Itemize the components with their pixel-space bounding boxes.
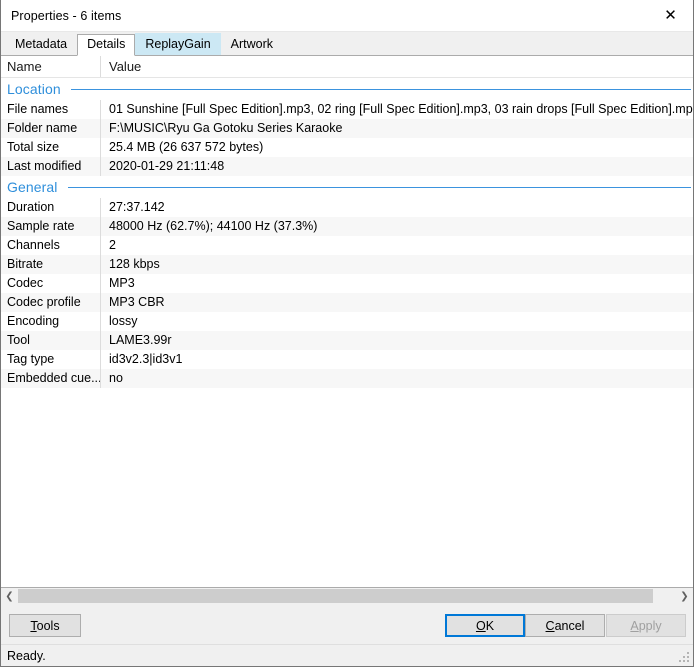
detail-rows: Location File names 01 Sunshine [Full Spec… (1, 78, 693, 587)
row-name: Folder name (1, 119, 101, 138)
table-row[interactable]: Channels 2 (1, 236, 693, 255)
horizontal-scrollbar[interactable]: ❮ ❯ (1, 588, 693, 606)
column-header-value[interactable]: Value (101, 56, 693, 77)
row-value: 27:37.142 (109, 200, 165, 214)
table-row[interactable]: Total size 25.4 MB (26 637 572 bytes) (1, 138, 693, 157)
row-name: Codec (1, 274, 101, 293)
resize-grip-icon[interactable] (679, 652, 690, 663)
chevron-left-icon[interactable]: ❮ (1, 588, 18, 605)
table-row[interactable]: Embedded cue... no (1, 369, 693, 388)
scrollbar-track[interactable] (18, 588, 676, 605)
properties-window: Properties - 6 items ✕ Metadata Details Re… (0, 0, 694, 667)
cancel-button[interactable]: Cancel (525, 614, 605, 637)
status-bar: Ready. (1, 644, 693, 666)
row-value: 128 kbps (109, 257, 160, 271)
row-value: MP3 CBR (109, 295, 165, 309)
table-row[interactable]: File names 01 Sunshine [Full Spec Edition… (1, 100, 693, 119)
table-row[interactable]: Sample rate 48000 Hz (62.7%); 44100 Hz (3… (1, 217, 693, 236)
details-list: Name Value Location File names 01 Sunshine… (1, 55, 693, 588)
apply-button: Apply (606, 614, 686, 637)
row-name: Duration (1, 198, 101, 217)
scrollbar-thumb[interactable] (18, 589, 653, 603)
row-value: no (109, 371, 123, 385)
close-button[interactable]: ✕ (648, 0, 693, 30)
row-value: F:\MUSIC\Ryu Ga Gotoku Series Karaoke (109, 121, 343, 135)
table-row[interactable]: Bitrate 128 kbps (1, 255, 693, 274)
table-row[interactable]: Tag type id3v2.3|id3v1 (1, 350, 693, 369)
row-name: Channels (1, 236, 101, 255)
row-name: Total size (1, 138, 101, 157)
row-value: 2020-01-29 21:11:48 (109, 159, 225, 173)
section-divider (70, 88, 691, 90)
table-row[interactable]: Encoding lossy (1, 312, 693, 331)
row-name: Bitrate (1, 255, 101, 274)
row-name: Sample rate (1, 217, 101, 236)
window-title: Properties - 6 items (11, 8, 122, 23)
table-row[interactable]: Duration 27:37.142 (1, 198, 693, 217)
tab-details[interactable]: Details (77, 34, 136, 56)
row-value: MP3 (109, 276, 135, 290)
tab-replaygain[interactable]: ReplayGain (135, 33, 221, 55)
section-header-general: General (1, 176, 693, 198)
close-icon: ✕ (664, 5, 677, 24)
row-name: Embedded cue... (1, 369, 101, 388)
row-value: 2 (109, 238, 116, 252)
row-name: Last modified (1, 157, 101, 176)
row-name: Encoding (1, 312, 101, 331)
table-row[interactable]: Folder name F:\MUSIC\Ryu Ga Gotoku Series… (1, 119, 693, 138)
tools-button[interactable]: Tools (9, 614, 81, 637)
title-bar: Properties - 6 items ✕ (1, 0, 693, 32)
row-name: File names (1, 100, 101, 119)
section-title: General (7, 179, 58, 195)
tab-metadata[interactable]: Metadata (5, 33, 77, 55)
section-divider (67, 186, 691, 188)
row-value: 48000 Hz (62.7%); 44100 Hz (37.3%) (109, 219, 318, 233)
section-title: Location (7, 81, 61, 97)
apply-button-label: Apply (630, 618, 662, 633)
row-name: Tool (1, 331, 101, 350)
row-value: 25.4 MB (26 637 572 bytes) (109, 140, 264, 154)
table-row[interactable]: Codec MP3 (1, 274, 693, 293)
row-name: Codec profile (1, 293, 101, 312)
tools-button-label: Tools (30, 618, 60, 633)
ok-button-label: OK (475, 618, 495, 633)
table-row[interactable]: Codec profile MP3 CBR (1, 293, 693, 312)
row-value: lossy (109, 314, 138, 328)
cancel-button-label: Cancel (545, 618, 585, 633)
row-value: LAME3.99r (109, 333, 172, 347)
button-bar: Tools OK Cancel Apply (1, 606, 693, 644)
table-row[interactable]: Last modified 2020-01-29 21:11:48 (1, 157, 693, 176)
table-row[interactable]: Tool LAME3.99r (1, 331, 693, 350)
row-value: id3v2.3|id3v1 (109, 352, 183, 366)
chevron-right-icon[interactable]: ❯ (676, 588, 693, 605)
section-header-location: Location (1, 78, 693, 100)
tab-strip: Metadata Details ReplayGain Artwork (1, 32, 693, 56)
tab-artwork[interactable]: Artwork (221, 33, 283, 55)
status-text: Ready. (7, 648, 46, 663)
row-value: 01 Sunshine [Full Spec Edition].mp3, 02 … (109, 102, 693, 116)
column-header-row: Name Value (1, 56, 693, 78)
column-header-name[interactable]: Name (1, 56, 101, 77)
ok-button[interactable]: OK (445, 614, 525, 637)
row-name: Tag type (1, 350, 101, 369)
